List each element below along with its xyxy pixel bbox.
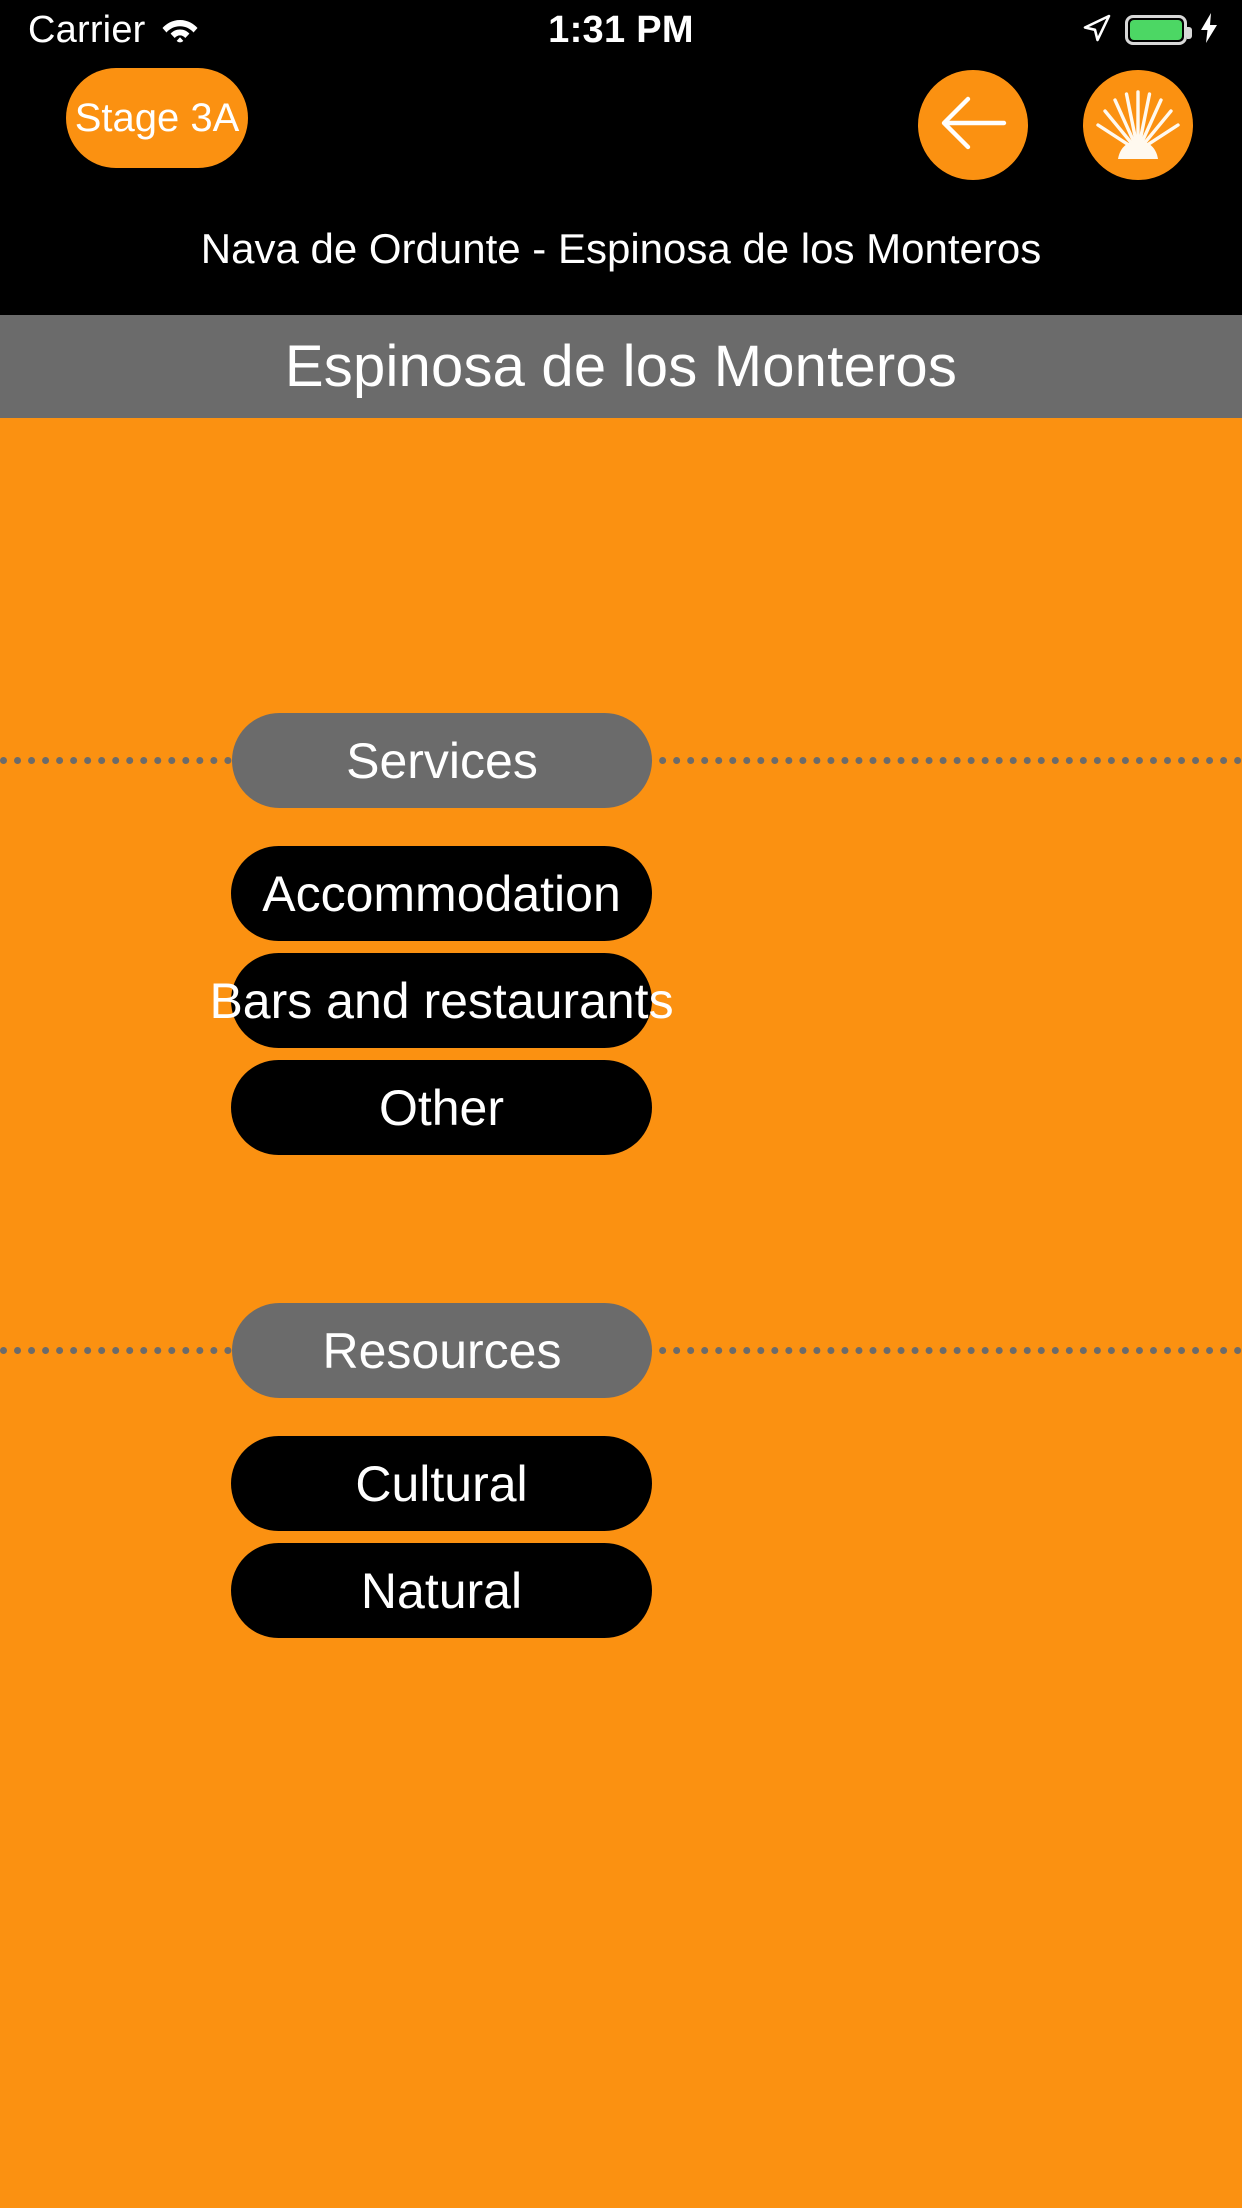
status-bar-center: 1:31 PM [0, 0, 1242, 60]
place-title: Espinosa de los Monteros [284, 333, 958, 399]
menu-item-label: Accommodation [262, 865, 621, 922]
stage-button[interactable]: Stage 3A [66, 68, 248, 168]
status-bar-right [1082, 0, 1218, 60]
menu-item-label: Bars and restaurants [209, 972, 674, 1029]
content-area: Services Accommodation Bars and restaura… [0, 418, 1242, 2208]
section-header-resources[interactable]: Resources [232, 1303, 652, 1398]
menu-item-natural[interactable]: Natural [231, 1543, 652, 1638]
menu-item-label: Cultural [355, 1455, 528, 1512]
place-title-bar: Espinosa de los Monteros [0, 315, 1242, 418]
menu-item-label: Natural [360, 1562, 523, 1619]
location-arrow-icon [1082, 13, 1112, 48]
section-header-services[interactable]: Services [232, 713, 652, 808]
app-screen: Carrier 1:31 PM Stage 3A Nava de Ordunte… [0, 0, 1242, 2208]
back-button[interactable] [918, 70, 1028, 180]
scallop-shell-icon [1094, 83, 1182, 168]
back-arrow-icon [934, 84, 1012, 167]
battery-fill [1130, 20, 1182, 40]
nav-header: Stage 3A Nava de Ordunte - Espinosa de l… [0, 60, 1242, 315]
section-header-label: Resources [322, 1322, 562, 1379]
menu-item-cultural[interactable]: Cultural [231, 1436, 652, 1531]
menu-item-accommodation[interactable]: Accommodation [231, 846, 652, 941]
menu-item-label: Other [378, 1079, 505, 1136]
clock-label: 1:31 PM [548, 9, 694, 51]
battery-icon [1125, 15, 1192, 45]
lightning-bolt-icon [1200, 12, 1218, 48]
stage-button-label: Stage 3A [74, 96, 240, 140]
menu-item-bars-and-restaurants[interactable]: Bars and restaurants [209, 953, 674, 1048]
status-bar: Carrier 1:31 PM [0, 0, 1242, 60]
shell-home-button[interactable] [1083, 70, 1193, 180]
section-header-label: Services [346, 732, 538, 789]
route-subtitle: Nava de Ordunte - Espinosa de los Monter… [200, 225, 1042, 272]
menu-item-other[interactable]: Other [231, 1060, 652, 1155]
